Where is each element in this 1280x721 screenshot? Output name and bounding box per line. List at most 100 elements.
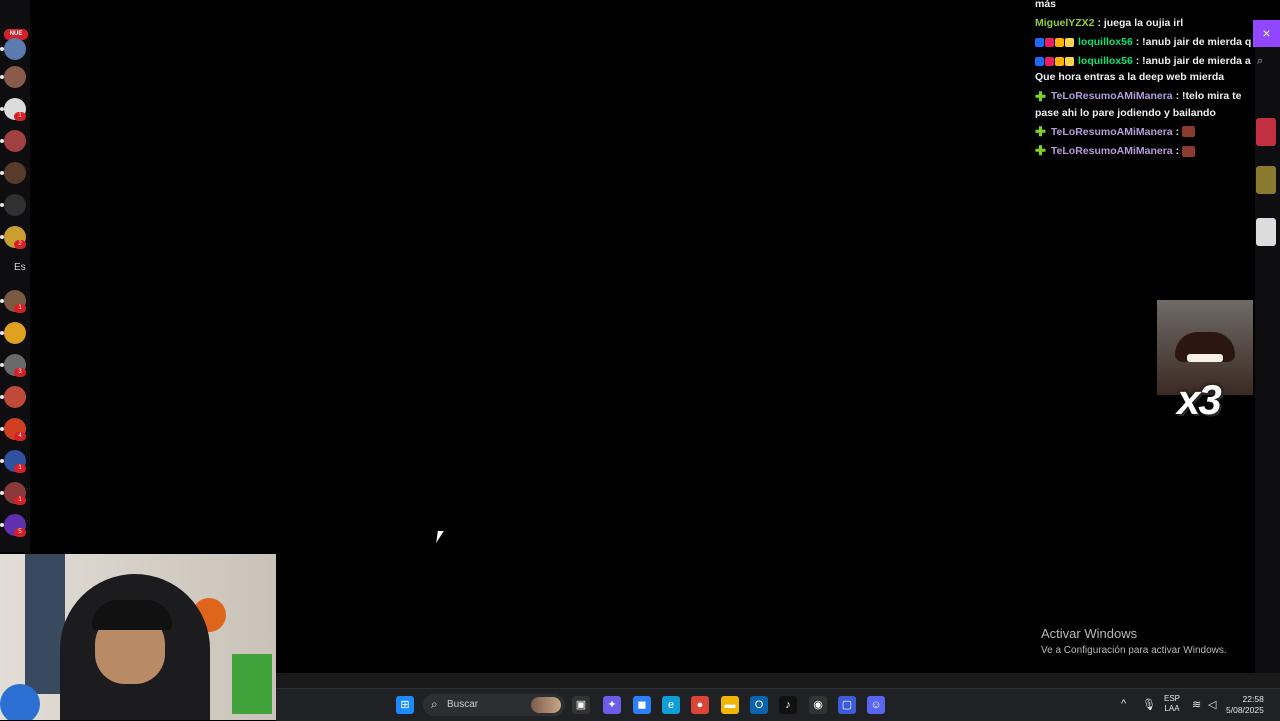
microphone-icon[interactable]: 🎙 [1142, 698, 1156, 711]
live-indicator-dot [0, 139, 4, 143]
chat-badge-icon [1035, 57, 1044, 67]
discord-icon[interactable]: ☺ [867, 696, 885, 714]
live-indicator-dot [0, 75, 4, 79]
chat-badge-icon [1045, 37, 1054, 47]
followed-channels-sidebar: NUE 12134115 Es [0, 0, 30, 552]
chat-message: ✚ TeLoResumoAMiManera : !telo mira te pas… [1035, 88, 1255, 120]
language-code: ESP [1164, 694, 1181, 703]
clock-date: 5/08/2025 [1226, 705, 1264, 715]
taskbar-search-placeholder: Buscar [447, 699, 479, 710]
chat-emote-icon [1182, 145, 1195, 157]
live-indicator-dot [0, 523, 4, 527]
chat-username[interactable]: MiguelYZX2 [1035, 17, 1095, 29]
sidebar-count-badge: 5 [14, 528, 26, 537]
sidebar-channel-avatar[interactable] [4, 386, 26, 408]
live-indicator-dot [0, 235, 4, 239]
chat-username[interactable]: TeLoResumoAMiManera [1051, 145, 1173, 157]
chat-message: loquillox56 : !anub jair de mierda a Que… [1035, 53, 1255, 85]
windows-start-icon[interactable]: ⊞ [396, 696, 414, 714]
webcam-clothes [25, 554, 65, 694]
sidebar-count-badge: 1 [14, 112, 26, 121]
chat-message-text: más [1035, 0, 1057, 10]
chat-badge-icon [1065, 57, 1074, 67]
search-icon: ⌕ [431, 697, 438, 711]
chat-badges [1035, 53, 1075, 69]
chat-username[interactable]: loquillox56 [1078, 36, 1133, 48]
sidebar-section-label: Es [14, 262, 26, 273]
chrome-icon[interactable]: ● [691, 696, 709, 714]
chat-badges [1035, 34, 1075, 50]
app-blue-icon[interactable]: ▢ [838, 696, 856, 714]
copilot-icon[interactable]: ✦ [603, 696, 621, 714]
plus-badge-icon: ✚ [1035, 143, 1046, 159]
sidebar-channel-avatar[interactable] [4, 194, 26, 216]
language-indicator[interactable]: ESP LAA [1164, 694, 1180, 714]
edge-icon[interactable]: e [662, 696, 680, 714]
tiktok-icon[interactable]: ♪ [779, 696, 797, 714]
store-icon[interactable]: ◼ [633, 696, 651, 714]
chat-message: ✚ TeLoResumoAMiManera : [1035, 124, 1255, 140]
sidebar-channel-avatar[interactable] [4, 66, 26, 88]
search-highlight-image [531, 697, 561, 713]
chat-emote-icon [1182, 126, 1195, 138]
webcam-overlay [0, 554, 276, 720]
video-player[interactable] [30, 4, 1030, 552]
live-indicator-dot [0, 427, 4, 431]
strip-thumbnail[interactable] [1256, 118, 1276, 146]
language-layout: LAA [1164, 704, 1180, 713]
chat-badge-icon [1055, 57, 1064, 67]
clock-time: 22:58 [1242, 694, 1264, 704]
chat-message-text: : [1175, 144, 1180, 157]
live-indicator-dot [0, 203, 4, 207]
emote-teeth-shape [1187, 354, 1223, 362]
live-indicator-dot [0, 47, 4, 51]
live-indicator-dot [0, 395, 4, 399]
taskbar-search-box[interactable]: ⌕ Buscar [423, 694, 565, 716]
live-indicator-dot [0, 331, 4, 335]
webcam-person-hair [92, 600, 172, 630]
live-indicator-dot [0, 491, 4, 495]
outlook-icon[interactable]: O [750, 696, 768, 714]
obs-icon[interactable]: ◉ [809, 696, 827, 714]
webcam-basket [232, 654, 272, 714]
chat-message: loquillox56 : !anub jair de mierda q [1035, 34, 1255, 50]
chat-badge-icon [1045, 57, 1054, 67]
chat-message: MiguelYZX2 : juega la oujia irl [1035, 15, 1255, 31]
strip-thumbnail[interactable] [1256, 218, 1276, 246]
sidebar-channel-avatar[interactable] [4, 322, 26, 344]
system-clock[interactable]: 22:58 5/08/2025 [1226, 694, 1264, 716]
webcam-blue-object [0, 684, 40, 720]
file-explorer-icon[interactable]: ▬ [721, 696, 739, 714]
chat-badge-icon [1055, 37, 1064, 47]
sidebar-count-badge: 4 [14, 432, 26, 441]
tray-chevron-icon[interactable]: ^ [1121, 698, 1126, 710]
live-indicator-dot [0, 459, 4, 463]
sidebar-channel-avatar[interactable] [4, 130, 26, 152]
watermark-subtitle: Ve a Configuración para activar Windows. [1041, 645, 1227, 656]
chat-message: ✚ TeLoResumoAMiManera : [1035, 143, 1255, 159]
close-chat-button[interactable]: × [1253, 20, 1280, 47]
player-bottom-bar [276, 673, 1280, 688]
emote-combo-count: x3 [1177, 376, 1222, 423]
chat-badge-icon [1035, 37, 1044, 47]
plus-badge-icon: ✚ [1035, 88, 1046, 104]
wifi-icon[interactable]: ≋ [1192, 698, 1201, 711]
live-indicator-dot [0, 171, 4, 175]
live-indicator-dot [0, 299, 4, 303]
chat-username[interactable]: TeLoResumoAMiManera [1051, 90, 1173, 102]
chat-username[interactable]: TeLoResumoAMiManera [1051, 126, 1173, 138]
sidebar-count-badge: 1 [14, 464, 26, 473]
windows-activation-watermark: Activar Windows Ve a Configuración para … [1041, 626, 1227, 656]
sidebar-channel-avatar[interactable] [4, 38, 26, 60]
chat-username[interactable]: loquillox56 [1078, 55, 1133, 67]
windows-taskbar: ⌕ Buscar ⊞ ▣ ✦ ◼ e ● ▬ O ♪ ◉ ▢ ☺ ^ 🎙 ESP LAA ≋ ◁ 22… [276, 688, 1280, 721]
sidebar-count-badge: 1 [14, 496, 26, 505]
volume-icon[interactable]: ◁ [1208, 698, 1216, 711]
chat-badge-icon [1065, 37, 1074, 47]
search-icon[interactable]: ⌕ [1257, 55, 1263, 68]
strip-thumbnail[interactable] [1256, 166, 1276, 194]
sidebar-channel-avatar[interactable] [4, 162, 26, 184]
live-indicator-dot [0, 107, 4, 111]
sidebar-count-badge: 1 [14, 304, 26, 313]
task-view-icon[interactable]: ▣ [572, 696, 590, 714]
